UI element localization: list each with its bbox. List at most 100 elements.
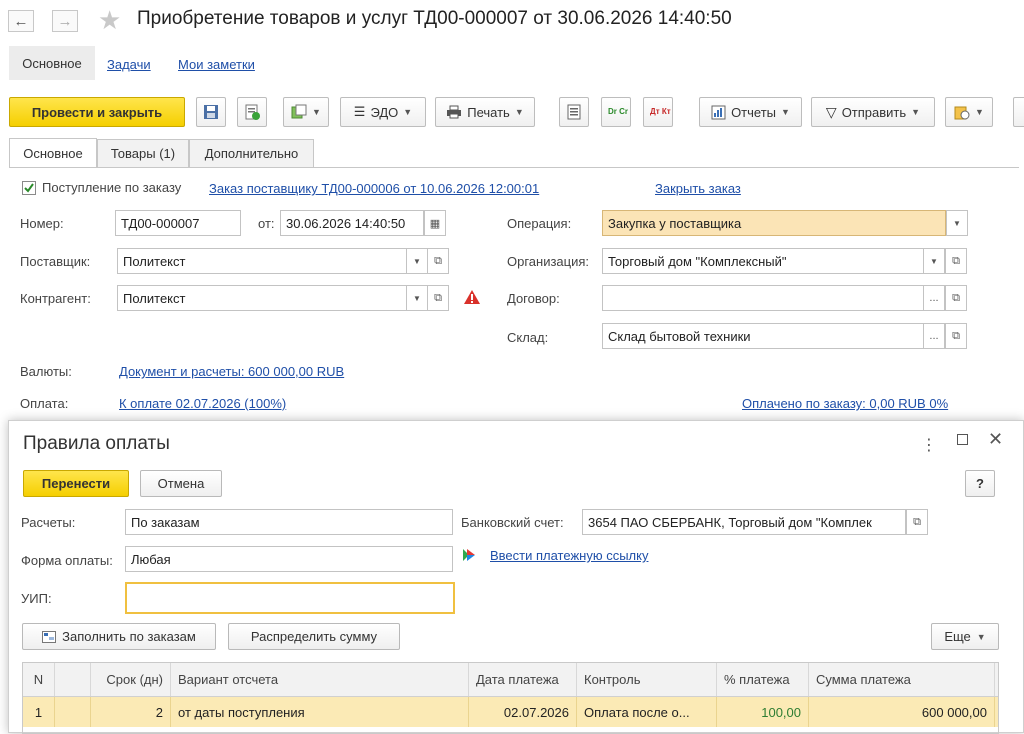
col-control[interactable]: Контроль xyxy=(577,663,717,696)
operation-dropdown-button[interactable]: ▼ xyxy=(946,210,968,236)
warehouse-select-button[interactable]: ... xyxy=(923,323,945,349)
col-payment-date[interactable]: Дата платежа xyxy=(469,663,577,696)
supplier-dropdown-button[interactable]: ▼ xyxy=(406,248,428,274)
close-icon[interactable]: ✕ xyxy=(988,429,1003,450)
open-form-icon: ⧉ xyxy=(434,291,442,304)
more-button[interactable]: Еще ▼ xyxy=(931,623,999,650)
supplier-order-link[interactable]: Заказ поставщику ТД00-000006 от 10.06.20… xyxy=(209,181,539,196)
dialog-menu-icon[interactable]: ⋮ xyxy=(921,435,937,455)
dropdown-caret-icon: ▼ xyxy=(781,107,790,117)
save-icon xyxy=(204,105,218,119)
warning-icon[interactable] xyxy=(463,289,481,305)
order-checkbox[interactable]: Поступление по заказу xyxy=(22,180,181,195)
checkbox-checked-icon xyxy=(22,180,36,195)
help-button[interactable]: ? xyxy=(965,470,995,497)
distribute-sum-button[interactable]: Распределить сумму xyxy=(228,623,400,650)
warehouse-open-button[interactable]: ⧉ xyxy=(945,323,967,349)
doc-tab-main[interactable]: Основное xyxy=(9,138,97,168)
order-checkbox-label: Поступление по заказу xyxy=(42,180,182,195)
table-row[interactable]: 1 2 от даты поступления 02.07.2026 Оплат… xyxy=(23,697,998,727)
calendar-icon: ▦ xyxy=(429,217,441,230)
tab-main[interactable]: Основное xyxy=(9,46,95,80)
date-field[interactable]: 30.06.2026 14:40:50 xyxy=(280,210,424,236)
counterparty-dropdown-button[interactable]: ▼ xyxy=(406,285,428,311)
open-form-icon: ⧉ xyxy=(434,254,442,267)
edo-button[interactable]: ☰ ЭДО ▼ xyxy=(340,97,426,127)
settlements-label: Расчеты: xyxy=(21,515,76,530)
paid-by-order-link[interactable]: Оплачено по заказу: 0,00 RUB 0% xyxy=(742,396,948,411)
cell-n: 1 xyxy=(23,697,55,727)
print-button[interactable]: Печать ▼ xyxy=(435,97,535,127)
doc-tab-additional[interactable]: Дополнительно xyxy=(189,139,314,167)
counterparty-open-button[interactable]: ⧉ xyxy=(427,285,449,311)
warehouse-field[interactable]: Склад бытовой техники xyxy=(602,323,924,349)
contract-field[interactable] xyxy=(602,285,924,311)
cell-control: Оплата после о... xyxy=(577,697,717,727)
more-toolbar-button[interactable] xyxy=(1013,97,1024,127)
attachments-button[interactable]: ▼ xyxy=(945,97,993,127)
enter-payment-link[interactable]: Ввести платежную ссылку xyxy=(490,548,648,563)
attachment-icon xyxy=(954,106,970,120)
dropdown-caret-icon: ▼ xyxy=(312,107,321,117)
number-field[interactable]: ТД00-000007 xyxy=(115,210,241,236)
dropdown-caret-icon: ▼ xyxy=(976,631,986,642)
contract-open-button[interactable]: ⧉ xyxy=(945,285,967,311)
back-button[interactable]: ← xyxy=(8,10,34,32)
journal-button[interactable] xyxy=(559,97,589,127)
maximize-icon[interactable] xyxy=(957,434,968,445)
fill-by-orders-button[interactable]: Заполнить по заказам xyxy=(22,623,216,650)
save-button[interactable] xyxy=(196,97,226,127)
contract-select-button[interactable]: ... xyxy=(923,285,945,311)
bank-account-field[interactable]: 3654 ПАО СБЕРБАНК, Торговый дом "Комплек xyxy=(582,509,906,535)
transfer-button[interactable]: Перенести xyxy=(23,470,129,497)
post-and-close-button[interactable]: Провести и закрыть xyxy=(9,97,185,127)
payment-link[interactable]: К оплате 02.07.2026 (100%) xyxy=(119,396,286,411)
uip-input[interactable] xyxy=(125,582,455,614)
ellipsis-icon: ... xyxy=(929,292,939,304)
dr-cr-icon: Dr Cr xyxy=(608,107,629,116)
dr-cr-button[interactable]: Dr Cr xyxy=(601,97,631,127)
settlements-field[interactable]: По заказам xyxy=(125,509,453,535)
tab-notes[interactable]: Мои заметки xyxy=(178,57,255,72)
create-based-on-button[interactable]: ▼ xyxy=(283,97,329,127)
open-form-icon: ⧉ xyxy=(913,515,921,528)
col-amount[interactable]: Сумма платежа xyxy=(809,663,995,696)
supplier-open-button[interactable]: ⧉ xyxy=(427,248,449,274)
open-form-icon: ⧉ xyxy=(952,254,960,267)
print-label: Печать xyxy=(467,104,510,120)
bank-account-label: Банковский счет: xyxy=(461,515,564,530)
warehouse-label: Склад: xyxy=(507,330,549,345)
reports-button[interactable]: Отчеты ▼ xyxy=(699,97,802,127)
send-button[interactable]: ▽ Отправить ▼ xyxy=(811,97,935,127)
forward-button[interactable]: → xyxy=(52,10,78,32)
dt-kt-button[interactable]: Дт Кт xyxy=(643,97,673,127)
col-term-days[interactable]: Срок (дн) xyxy=(91,663,171,696)
send-icon: ▽ xyxy=(825,103,837,120)
col-percent[interactable]: % платежа xyxy=(717,663,809,696)
organization-open-button[interactable]: ⧉ xyxy=(945,248,967,274)
organization-field[interactable]: Торговый дом "Комплексный" xyxy=(602,248,924,274)
calendar-button[interactable]: ▦ xyxy=(424,210,446,236)
col-icon[interactable] xyxy=(55,663,91,696)
organization-dropdown-button[interactable]: ▼ xyxy=(923,248,945,274)
counterparty-field[interactable]: Политекст xyxy=(117,285,407,311)
supplier-field[interactable]: Политекст xyxy=(117,248,407,274)
cell-payment-date: 02.07.2026 xyxy=(469,697,577,727)
favorite-star-icon[interactable]: ★ xyxy=(98,6,121,34)
tab-tasks[interactable]: Задачи xyxy=(107,57,151,72)
page-title: Приобретение товаров и услуг ТД00-000007… xyxy=(137,8,732,29)
currency-link[interactable]: Документ и расчеты: 600 000,00 RUB xyxy=(119,364,344,379)
tab-main-label: Основное xyxy=(22,55,82,71)
doc-tab-goods[interactable]: Товары (1) xyxy=(97,139,189,167)
operation-field[interactable]: Закупка у поставщика xyxy=(602,210,946,236)
send-label: Отправить xyxy=(841,104,907,120)
col-count-option[interactable]: Вариант отсчета xyxy=(171,663,469,696)
post-button[interactable] xyxy=(237,97,267,127)
cancel-button[interactable]: Отмена xyxy=(140,470,222,497)
close-order-link[interactable]: Закрыть заказ xyxy=(655,181,741,196)
payment-form-label: Форма оплаты: xyxy=(21,553,113,568)
bank-account-open-button[interactable]: ⧉ xyxy=(906,509,928,535)
back-arrow-icon: ← xyxy=(13,12,29,30)
payment-form-field[interactable]: Любая xyxy=(125,546,453,572)
col-n[interactable]: N xyxy=(23,663,55,696)
